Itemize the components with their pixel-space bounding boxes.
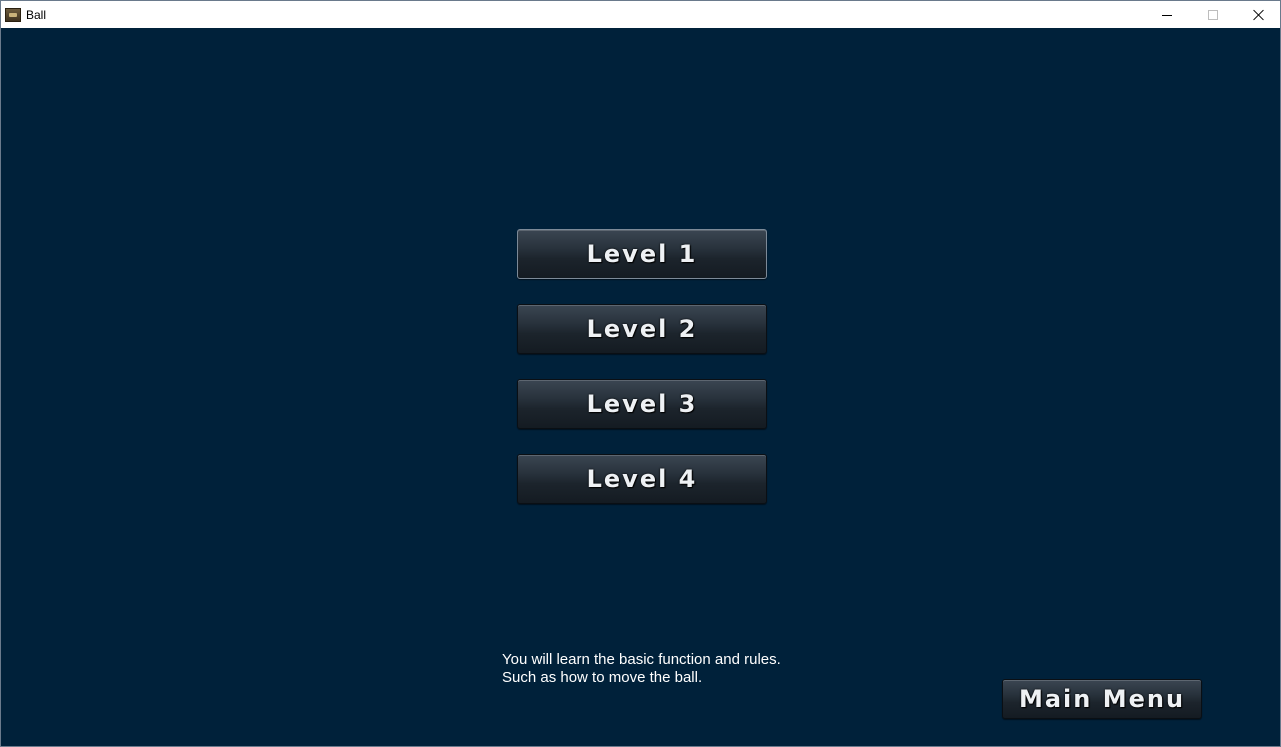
title-bar[interactable]: Ball [1, 1, 1280, 28]
main-menu-button[interactable]: Main Menu [1002, 679, 1202, 719]
level-3-button[interactable]: Level 3 [517, 379, 767, 429]
close-icon [1253, 9, 1265, 21]
maximize-button[interactable] [1190, 1, 1236, 28]
level-select-screen: Level 1 Level 2 Level 3 Level 4 You will… [1, 28, 1280, 746]
window-title: Ball [26, 8, 47, 22]
ball-app-icon [5, 8, 21, 22]
game-window: Ball Level 1 Level 2 Level 3 Level 4 You… [0, 0, 1281, 747]
description-line-1: You will learn the basic function and ru… [502, 651, 781, 668]
minimize-icon [1162, 15, 1172, 16]
level-4-button[interactable]: Level 4 [517, 454, 767, 504]
description-line-2: Such as how to move the ball. [502, 669, 703, 686]
maximize-icon [1208, 9, 1218, 20]
minimize-button[interactable] [1144, 1, 1190, 28]
level-description: You will learn the basic function and ru… [502, 651, 781, 687]
close-button[interactable] [1236, 1, 1281, 28]
level-2-button[interactable]: Level 2 [517, 304, 767, 354]
level-1-button[interactable]: Level 1 [517, 229, 767, 279]
